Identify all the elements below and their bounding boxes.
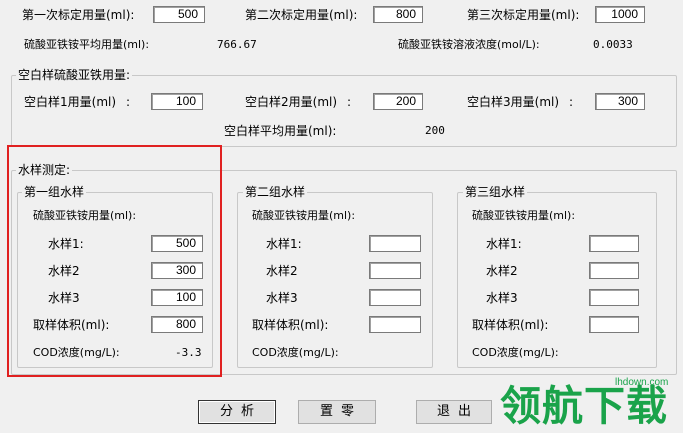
blank2-label: 空白样2用量(ml) <box>245 95 338 109</box>
water-group-2-s3-label: 水样3 <box>266 291 298 305</box>
first-calibration-input[interactable]: 500 <box>153 6 205 23</box>
first-calibration-label: 第一次标定用量(ml): <box>22 8 135 22</box>
water-group-3-s2-label: 水样2 <box>486 264 518 278</box>
solution-concentration-label: 硫酸亚铁铵溶液浓度(mol/L): <box>398 38 540 51</box>
exit-button[interactable]: 退出 <box>416 400 492 424</box>
water-group-3-s1-label: 水样1: <box>486 237 522 251</box>
water-group-2-cod-label: COD浓度(mg/L): <box>252 346 339 359</box>
blank3-input[interactable]: 300 <box>595 93 645 110</box>
water-group-3-s3-input[interactable] <box>589 289 639 306</box>
water-group-2-s3-input[interactable] <box>369 289 421 306</box>
water-group-2-usage-label: 硫酸亚铁铵用量(ml): <box>252 209 356 222</box>
water-group-2-s2-input[interactable] <box>369 262 421 279</box>
water-group-2-s1-input[interactable] <box>369 235 421 252</box>
water-group-3-s3-label: 水样3 <box>486 291 518 305</box>
water-group-2-s2-label: 水样2 <box>266 264 298 278</box>
blank2-colon: : <box>347 95 352 109</box>
second-calibration-label: 第二次标定用量(ml): <box>245 8 358 22</box>
solution-concentration-value: 0.0033 <box>593 38 633 51</box>
water-group-2-title: 第二组水样 <box>243 185 308 199</box>
blank1-colon: : <box>126 95 131 109</box>
water-group-3-s1-input[interactable] <box>589 235 639 252</box>
third-calibration-label: 第三次标定用量(ml): <box>467 8 580 22</box>
watermark-brand-logo: 领航下载 <box>500 382 668 430</box>
average-usage-value: 766.67 <box>217 38 257 51</box>
water-group-3-volume-label: 取样体积(ml): <box>472 318 549 332</box>
blank-sample-title: 空白样硫酸亚铁用量: <box>16 68 133 82</box>
water-group-3-volume-input[interactable] <box>589 316 639 333</box>
third-calibration-input[interactable]: 1000 <box>595 6 645 23</box>
analyze-button[interactable]: 分析 <box>198 400 276 424</box>
blank-average-label: 空白样平均用量(ml): <box>224 124 337 138</box>
highlight-annotation-box <box>7 145 222 377</box>
blank-sample-group <box>11 75 677 147</box>
second-calibration-input[interactable]: 800 <box>373 6 423 23</box>
blank3-colon: : <box>569 95 574 109</box>
blank1-input[interactable]: 100 <box>151 93 203 110</box>
blank1-label: 空白样1用量(ml) <box>24 95 117 109</box>
blank2-input[interactable]: 200 <box>373 93 423 110</box>
water-group-3-usage-label: 硫酸亚铁铵用量(ml): <box>472 209 576 222</box>
blank-average-value: 200 <box>425 124 445 137</box>
water-group-2-volume-input[interactable] <box>369 316 421 333</box>
water-group-3-s2-input[interactable] <box>589 262 639 279</box>
water-group-2-s1-label: 水样1: <box>266 237 302 251</box>
reset-button[interactable]: 置零 <box>298 400 376 424</box>
average-usage-label: 硫酸亚铁铵平均用量(ml): <box>24 38 150 51</box>
water-group-2-volume-label: 取样体积(ml): <box>252 318 329 332</box>
water-group-3-cod-label: COD浓度(mg/L): <box>472 346 559 359</box>
water-group-3-title: 第三组水样 <box>463 185 528 199</box>
blank3-label: 空白样3用量(ml) <box>467 95 560 109</box>
